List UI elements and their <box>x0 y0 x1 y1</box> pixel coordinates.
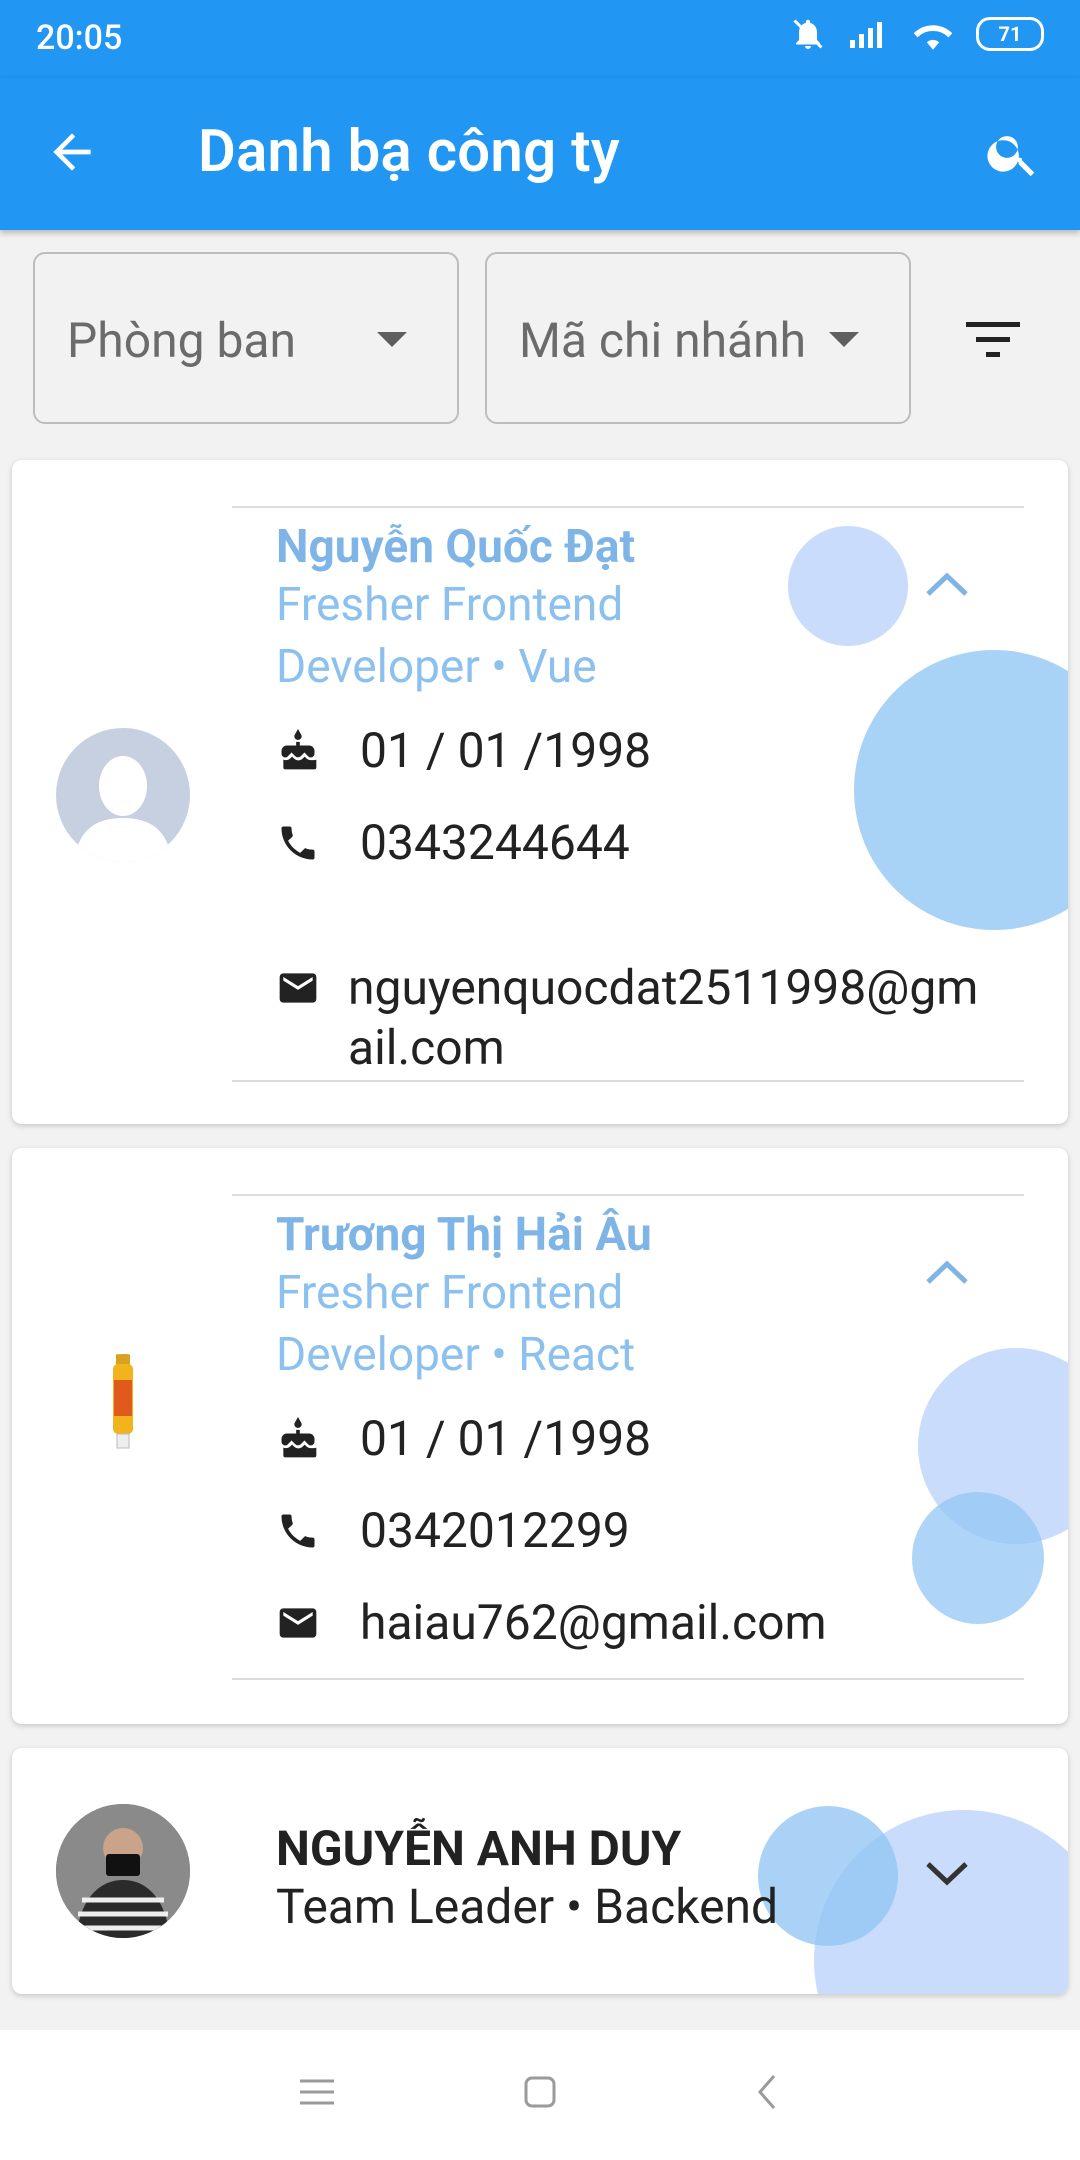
status-time: 20:05 <box>36 18 123 58</box>
contact-name: NGUYỄN ANH DUY <box>276 1820 682 1877</box>
caret-down-icon <box>377 332 407 347</box>
contact-role: Fresher Frontend Developer • React <box>276 1262 696 1386</box>
chevron-up-icon[interactable] <box>924 1256 970 1286</box>
phone-icon <box>276 1509 326 1553</box>
email-icon <box>276 958 326 1010</box>
avatar <box>56 728 190 862</box>
phone-row[interactable]: 0343244644 <box>276 814 630 871</box>
page-title: Danh bạ công ty <box>198 118 620 186</box>
role-line: Fresher Frontend <box>276 1266 624 1320</box>
email-line: nguyenquocdat2511998@gm <box>348 959 979 1016</box>
email-text: haiau762@gmail.com <box>360 1594 827 1651</box>
wifi-icon <box>913 25 953 50</box>
email-line: ail.com <box>348 1019 505 1076</box>
phone-row[interactable]: 0342012299 <box>276 1502 630 1559</box>
contact-role: Team Leader • Backend <box>276 1878 779 1935</box>
email-text: nguyenquocdat2511998@gm ail.com <box>348 958 978 1078</box>
role-line: Developer • Vue <box>276 640 597 694</box>
user-photo <box>56 1804 190 1938</box>
decorative-bubble <box>912 1492 1044 1624</box>
contact-name: Nguyễn Quốc Đạt <box>276 520 636 574</box>
status-icons: 71 <box>790 16 1044 52</box>
system-nav-bar <box>0 2030 1080 2160</box>
branch-dropdown-label: Mã chi nhánh <box>519 312 807 369</box>
contact-card[interactable]: Nguyễn Quốc Đạt Fresher Frontend Develop… <box>12 460 1068 1124</box>
contact-name: Trương Thị Hải Âu <box>276 1208 652 1262</box>
home-icon[interactable] <box>524 2076 556 2108</box>
cake-icon <box>276 1416 326 1461</box>
contact-card[interactable]: Trương Thị Hải Âu Fresher Frontend Devel… <box>12 1148 1068 1724</box>
app-bar: Danh bạ công ty <box>0 78 1080 230</box>
email-row[interactable]: nguyenquocdat2511998@gm ail.com <box>276 958 978 1078</box>
back-nav-icon[interactable] <box>756 2074 778 2110</box>
phone-text: 0343244644 <box>360 814 630 871</box>
bottle-image <box>113 1354 133 1449</box>
divider <box>232 506 1024 508</box>
signal-icon <box>850 22 882 48</box>
filter-list-icon[interactable] <box>966 320 1020 360</box>
role-line: Fresher Frontend <box>276 578 624 632</box>
divider <box>232 1080 1024 1082</box>
person-silhouette-icon <box>74 756 172 862</box>
search-icon[interactable] <box>984 124 1042 182</box>
email-icon <box>276 1601 326 1645</box>
cake-icon <box>276 728 326 773</box>
battery-indicator: 71 <box>976 17 1044 51</box>
avatar <box>56 1804 190 1938</box>
branch-dropdown[interactable]: Mã chi nhánh <box>485 252 911 424</box>
contact-role: Fresher Frontend Developer • Vue <box>276 574 696 698</box>
decorative-bubble <box>788 526 908 646</box>
phone-text: 0342012299 <box>360 1502 630 1559</box>
chevron-up-icon[interactable] <box>924 568 970 598</box>
email-row[interactable]: haiau762@gmail.com <box>276 1594 827 1651</box>
status-bar: 20:05 71 <box>0 0 1080 78</box>
department-dropdown[interactable]: Phòng ban <box>33 252 459 424</box>
caret-down-icon <box>829 332 859 347</box>
role-line: Developer • React <box>276 1328 636 1382</box>
birthday-row: 01 / 01 /1998 <box>276 1410 651 1467</box>
decorative-bubble <box>758 1806 898 1946</box>
decorative-bubble <box>854 650 1068 930</box>
birthday-text: 01 / 01 /1998 <box>360 1410 652 1467</box>
contact-card[interactable]: NGUYỄN ANH DUY Team Leader • Backend <box>12 1748 1068 1994</box>
department-dropdown-label: Phòng ban <box>67 312 297 369</box>
avatar <box>56 1354 190 1488</box>
birthday-text: 01 / 01 /1998 <box>360 722 652 779</box>
phone-icon <box>276 821 326 865</box>
menu-icon[interactable] <box>300 2078 334 2106</box>
chevron-down-icon[interactable] <box>924 1858 970 1888</box>
divider <box>232 1678 1024 1680</box>
birthday-row: 01 / 01 /1998 <box>276 722 651 779</box>
divider <box>232 1194 1024 1196</box>
arrow-left-icon[interactable] <box>44 124 100 180</box>
mute-icon <box>793 19 823 49</box>
